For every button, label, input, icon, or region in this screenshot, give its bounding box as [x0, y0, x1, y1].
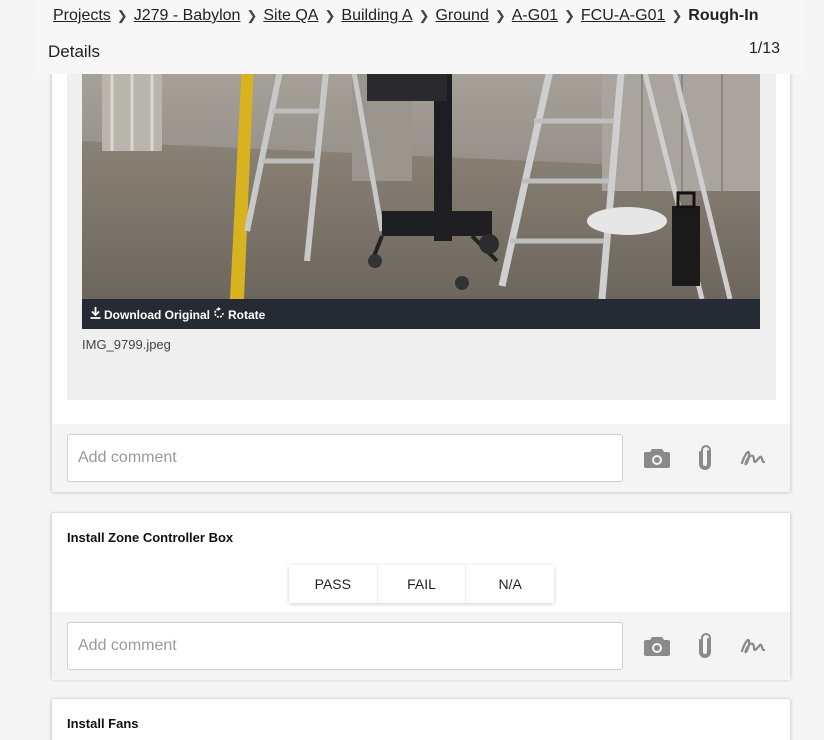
attach-button[interactable]	[691, 444, 719, 472]
signature-button[interactable]	[739, 444, 767, 472]
comment-row	[52, 612, 790, 680]
checklist-item-title: Install Zone Controller Box	[67, 530, 234, 545]
pass-fail-na-group: PASS FAIL N/A	[289, 565, 555, 603]
page-counter: 1/13	[748, 40, 780, 57]
camera-button[interactable]	[643, 444, 671, 472]
inspection-photo[interactable]	[82, 61, 760, 299]
photo-file-name: IMG_9799.jpeg	[82, 337, 171, 352]
breadcrumb-level[interactable]: Ground	[435, 7, 488, 24]
rotate-label: Rotate	[228, 307, 266, 322]
chevron-right-icon: ❯	[324, 8, 336, 23]
attach-button[interactable]	[691, 632, 719, 660]
comment-input[interactable]	[67, 622, 623, 670]
breadcrumb-building[interactable]: Building A	[341, 7, 412, 24]
download-label: Download Original	[104, 307, 211, 322]
paperclip-icon	[699, 633, 711, 658]
camera-button[interactable]	[643, 632, 671, 660]
camera-icon	[644, 449, 670, 468]
breadcrumb-project[interactable]: J279 - Babylon	[134, 7, 241, 24]
breadcrumb-unit[interactable]: FCU-A-G01	[581, 7, 665, 24]
breadcrumb-room[interactable]: A-G01	[512, 7, 558, 24]
comment-input[interactable]	[67, 434, 623, 482]
breadcrumb: Projects ❯ J279 - Babylon ❯ Site QA ❯ Building…	[53, 7, 758, 25]
signature-icon	[740, 450, 766, 466]
paperclip-icon	[699, 445, 711, 470]
breadcrumb-current: Rough-In	[688, 7, 759, 24]
chevron-right-icon: ❯	[246, 8, 258, 23]
download-icon	[90, 307, 101, 322]
checklist-item-title: Install Fans	[67, 716, 139, 731]
fail-button[interactable]: FAIL	[376, 565, 466, 603]
chevron-right-icon: ❯	[671, 8, 683, 23]
rotate-icon	[213, 307, 225, 322]
page-title: Details	[48, 42, 100, 61]
photo-toolbar: Download Original Rotate	[82, 299, 760, 329]
pass-button[interactable]: PASS	[289, 565, 377, 603]
signature-icon	[740, 638, 766, 654]
header: Projects ❯ J279 - Babylon ❯ Site QA ❯ Building…	[36, 0, 804, 74]
photo-checklist-card: Download Original Rotate IMG_9799.jpeg	[51, 60, 791, 492]
rotate-button[interactable]: Rotate	[213, 307, 265, 322]
chevron-right-icon: ❯	[494, 8, 506, 23]
photo-illustration	[82, 61, 760, 299]
camera-icon	[644, 637, 670, 656]
breadcrumb-projects[interactable]: Projects	[53, 7, 111, 24]
checklist-item-card: Install Zone Controller Box PASS FAIL N/…	[51, 512, 791, 680]
checklist-item-card: Install Fans	[51, 698, 791, 740]
chevron-right-icon: ❯	[418, 8, 430, 23]
chevron-right-icon: ❯	[564, 8, 575, 23]
photo-panel: Download Original Rotate IMG_9799.jpeg	[67, 61, 776, 400]
signature-button[interactable]	[739, 632, 767, 660]
na-button[interactable]: N/A	[465, 565, 555, 603]
breadcrumb-site[interactable]: Site QA	[263, 7, 318, 24]
download-original-button[interactable]: Download Original	[90, 307, 210, 322]
comment-row	[52, 424, 790, 492]
chevron-right-icon: ❯	[116, 8, 128, 23]
